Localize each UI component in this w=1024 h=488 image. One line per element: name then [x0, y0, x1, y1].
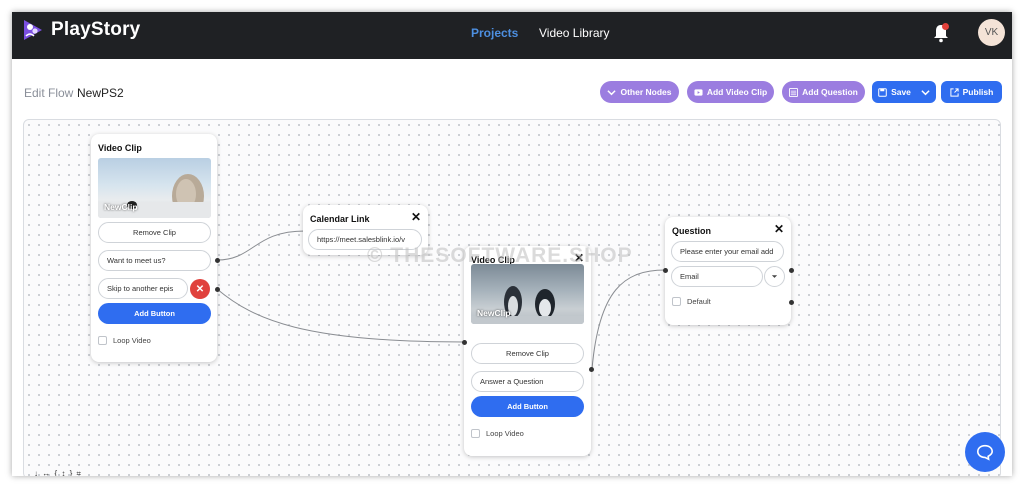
- top-nav-bar: PlayStory Projects Video Library VK: [12, 12, 1012, 59]
- publish-button[interactable]: Publish: [941, 81, 1002, 103]
- nav-video-library-link[interactable]: Video Library: [539, 26, 610, 40]
- help-chat-button[interactable]: [965, 432, 1005, 472]
- app-window: PlayStory Projects Video Library VK Edit…: [12, 12, 1012, 476]
- flow-name: NewPS2: [77, 86, 124, 100]
- checkbox-box[interactable]: [98, 336, 107, 345]
- add-button[interactable]: Add Button: [98, 303, 211, 324]
- question-type-select[interactable]: Email: [671, 266, 763, 287]
- other-nodes-button[interactable]: Other Nodes: [600, 81, 679, 103]
- add-video-clip-label: Add Video Clip: [706, 87, 768, 97]
- question-text-input[interactable]: Please enter your email add: [671, 241, 784, 262]
- input-port[interactable]: [663, 268, 668, 273]
- add-video-clip-button[interactable]: Add Video Clip: [687, 81, 774, 103]
- add-button[interactable]: Add Button: [471, 396, 584, 417]
- node-title: Calendar Link: [310, 214, 370, 224]
- external-link-icon: [950, 87, 959, 97]
- loop-video-checkbox[interactable]: Loop Video: [471, 429, 524, 438]
- loop-video-label: Loop Video: [486, 429, 524, 438]
- save-label: Save: [891, 87, 911, 97]
- choice-button-2[interactable]: Skip to another epis: [98, 278, 188, 299]
- node-title: Video Clip: [98, 143, 142, 153]
- flow-canvas[interactable]: Video Clip NewClip Remove Clip Want to m…: [23, 119, 1001, 476]
- checkbox-box[interactable]: [672, 297, 681, 306]
- add-question-label: Add Question: [802, 87, 858, 97]
- floppy-disk-icon: [878, 87, 887, 97]
- canvas-controls[interactable]: ↓ ↔ { ↕ } ⌗: [34, 469, 82, 476]
- answer-question-button[interactable]: Answer a Question: [471, 371, 584, 392]
- dropdown-toggle-button[interactable]: [764, 266, 785, 287]
- edit-flow-label: Edit Flow: [24, 86, 74, 100]
- question-node[interactable]: Question ✕ Please enter your email add E…: [665, 217, 791, 325]
- remove-clip-button[interactable]: Remove Clip: [98, 222, 211, 243]
- nav-projects-link[interactable]: Projects: [471, 26, 518, 40]
- clip-thumbnail: NewClip: [98, 158, 211, 218]
- wire-video2-to-question: [591, 269, 666, 370]
- node-title: Question: [672, 226, 712, 236]
- video-icon: [694, 88, 703, 96]
- list-icon: [789, 87, 799, 97]
- output-port[interactable]: [789, 300, 794, 305]
- output-port[interactable]: [789, 268, 794, 273]
- clip-name: NewClip: [477, 308, 511, 318]
- wire-video1-to-video2: [216, 288, 465, 343]
- input-port[interactable]: [462, 340, 467, 345]
- caret-down-icon: [771, 275, 778, 278]
- save-button[interactable]: Save: [872, 81, 936, 103]
- app-name[interactable]: PlayStory: [51, 19, 140, 41]
- wire-video1-to-calendar: [216, 230, 306, 261]
- clip-name: NewClip: [104, 202, 138, 212]
- default-label: Default: [687, 297, 711, 306]
- delete-button-icon[interactable]: ✕: [190, 279, 210, 299]
- other-nodes-label: Other Nodes: [620, 87, 672, 97]
- clip-thumbnail: NewClip: [471, 264, 584, 324]
- loop-video-checkbox[interactable]: Loop Video: [98, 336, 151, 345]
- output-port[interactable]: [215, 258, 220, 263]
- video-clip-node[interactable]: Video Clip ✕ NewClip Remove Clip Answer …: [464, 246, 591, 456]
- output-port[interactable]: [215, 287, 220, 292]
- notification-badge: [942, 23, 949, 30]
- choice-button-1[interactable]: Want to meet us?: [98, 250, 211, 271]
- loop-video-label: Loop Video: [113, 336, 151, 345]
- checkbox-box[interactable]: [471, 429, 480, 438]
- playstory-logo-icon: [24, 20, 42, 40]
- publish-label: Publish: [962, 87, 994, 97]
- chevron-down-icon: [921, 89, 930, 95]
- default-checkbox[interactable]: Default: [672, 297, 711, 306]
- chat-bubble-icon: [976, 444, 994, 461]
- add-question-button[interactable]: Add Question: [782, 81, 865, 103]
- video-clip-node[interactable]: Video Clip NewClip Remove Clip Want to m…: [91, 134, 217, 362]
- chevron-down-icon: [607, 89, 617, 95]
- remove-clip-button[interactable]: Remove Clip: [471, 343, 584, 364]
- user-avatar[interactable]: VK: [978, 19, 1005, 46]
- close-icon[interactable]: ✕: [411, 210, 421, 224]
- close-icon[interactable]: ✕: [774, 222, 784, 236]
- watermark: © THESOFTWARE.SHOP: [367, 244, 633, 267]
- output-port[interactable]: [589, 367, 594, 372]
